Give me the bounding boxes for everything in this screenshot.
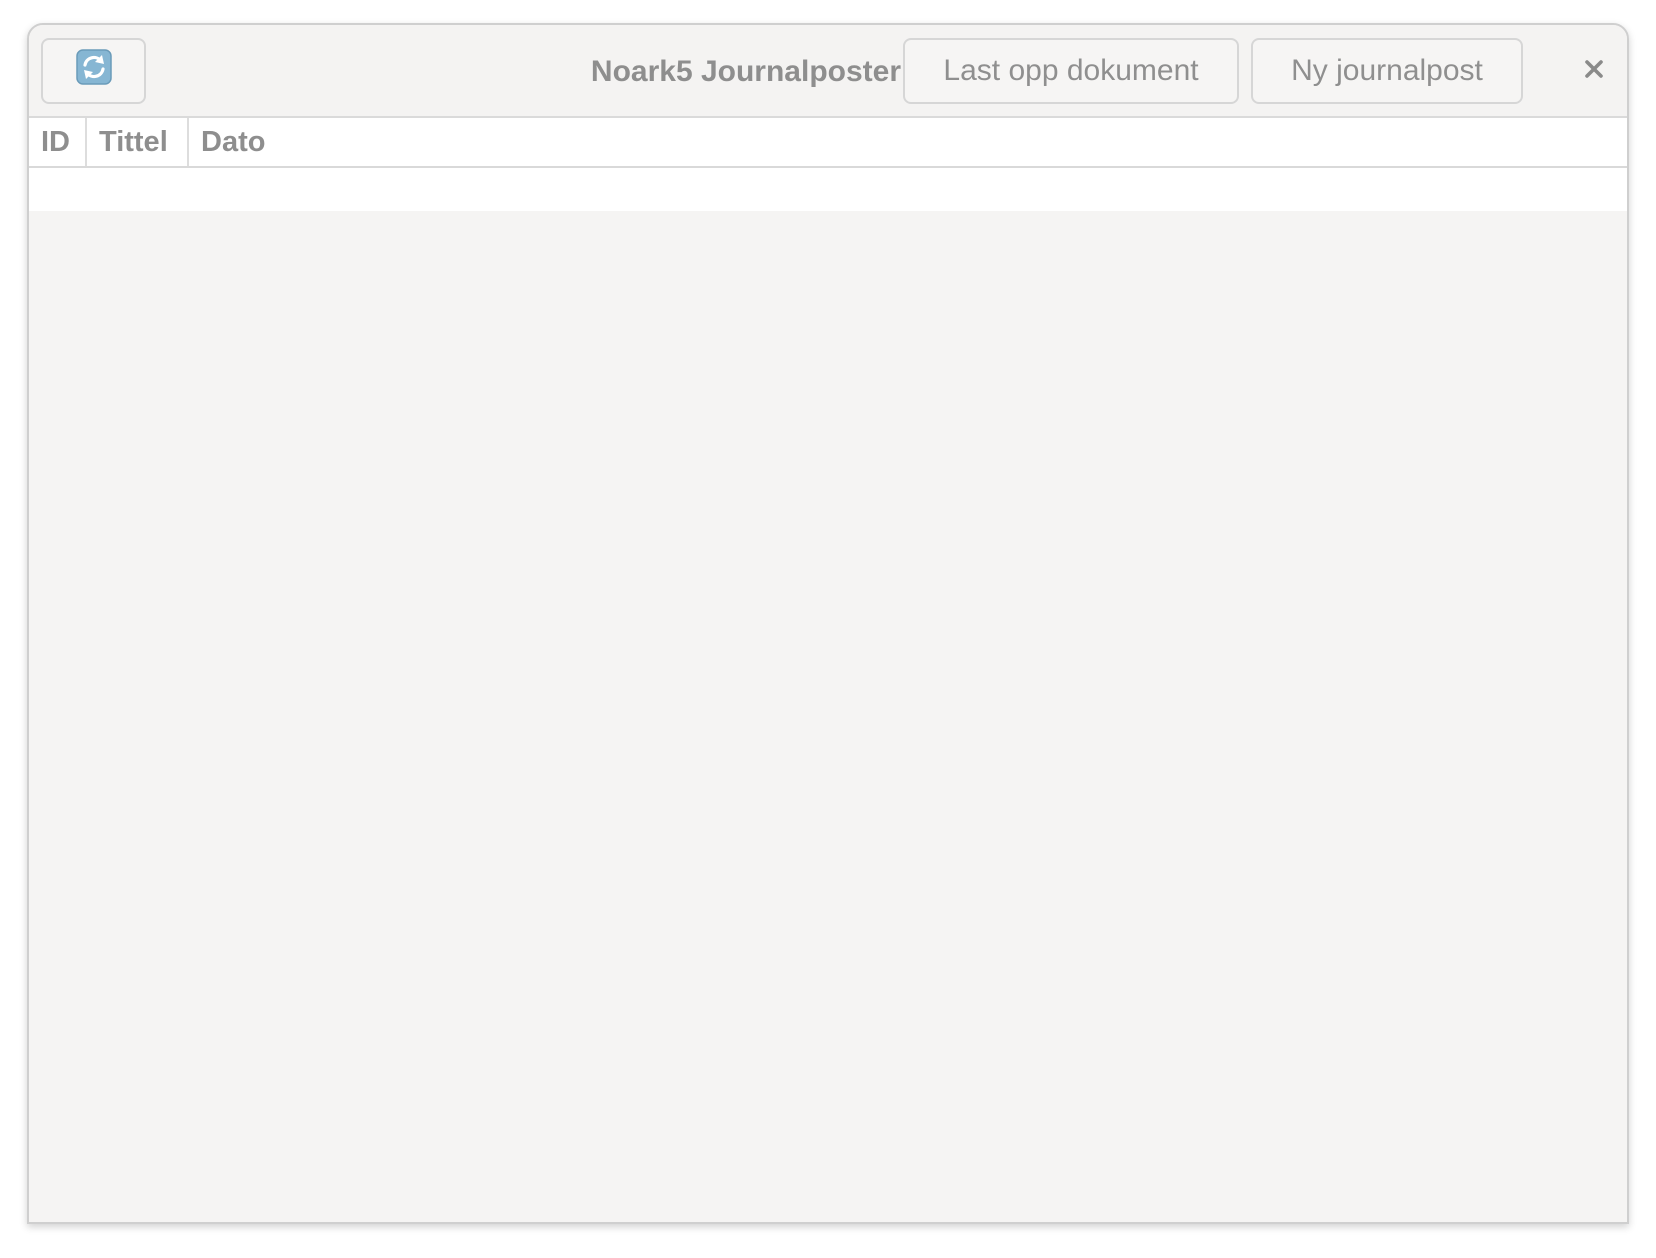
close-icon [1583, 58, 1605, 85]
column-header-tittel[interactable]: Tittel [87, 118, 189, 166]
new-journalpost-button[interactable]: Ny journalpost [1251, 38, 1523, 104]
table-empty-row [29, 168, 1627, 211]
window-title: Noark5 Journalposter [590, 54, 901, 88]
journalposter-window: Noark5 Journalposter Last opp dokument N… [27, 23, 1629, 1224]
refresh-button[interactable] [41, 38, 146, 104]
column-header-id[interactable]: ID [29, 118, 87, 166]
table-header: ID Tittel Dato [29, 118, 1627, 168]
refresh-icon [75, 49, 112, 93]
column-header-dato[interactable]: Dato [189, 118, 1627, 166]
upload-document-button[interactable]: Last opp dokument [903, 38, 1239, 104]
header-bar: Noark5 Journalposter Last opp dokument N… [29, 25, 1627, 118]
close-button[interactable] [1576, 53, 1612, 89]
